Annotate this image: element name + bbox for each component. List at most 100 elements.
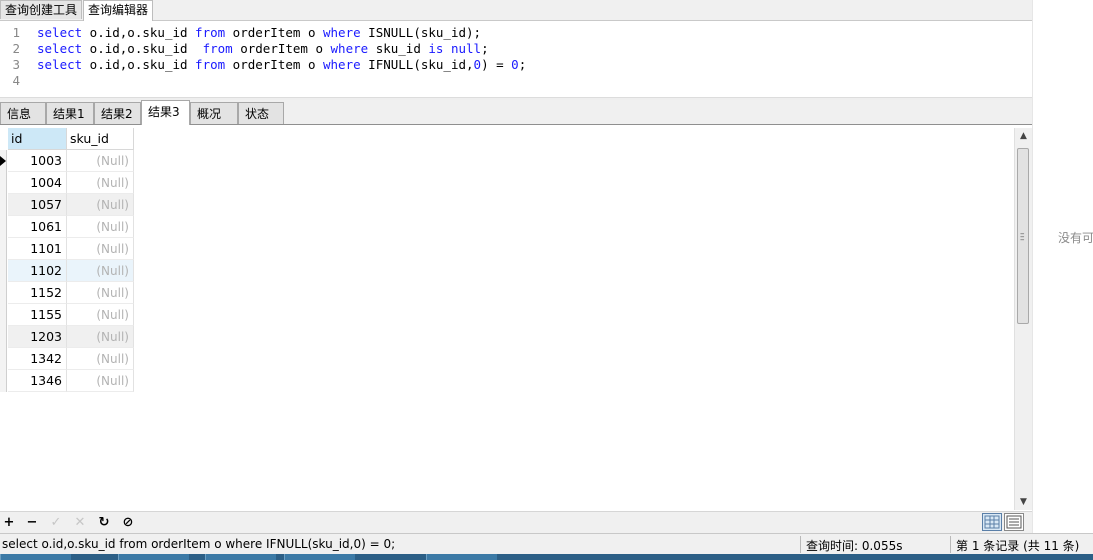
cell-sku-id[interactable]: (Null): [67, 150, 134, 172]
row-indicator[interactable]: [0, 260, 7, 282]
result-tab-6[interactable]: 状态: [238, 102, 284, 124]
sql-keyword: select: [37, 41, 83, 56]
stop-icon[interactable]: ⊘: [119, 514, 137, 532]
cell-sku-id[interactable]: (Null): [67, 282, 134, 304]
cell-sku-id[interactable]: (Null): [67, 194, 134, 216]
scroll-thumb[interactable]: – – –: [1017, 148, 1029, 324]
table-row[interactable]: 1155 (Null): [0, 304, 134, 326]
taskbar-item[interactable]: [205, 554, 276, 560]
row-indicator[interactable]: [0, 304, 7, 326]
delete-record-icon[interactable]: −: [23, 514, 41, 532]
row-indicator[interactable]: [0, 150, 7, 172]
column-header-sku-id[interactable]: sku_id: [67, 128, 134, 150]
sql-text: o.id,o.sku_id: [82, 25, 196, 40]
table-row[interactable]: 1057 (Null): [0, 194, 134, 216]
line-number: 2: [12, 41, 20, 56]
row-indicator[interactable]: [0, 326, 7, 348]
sql-text: o.id,o.sku_id: [82, 57, 196, 72]
cell-id[interactable]: 1057: [8, 194, 67, 216]
sql-number: 0: [511, 57, 519, 72]
result-tab-2[interactable]: 结果1: [46, 102, 94, 124]
cell-id[interactable]: 1004: [8, 172, 67, 194]
table-row[interactable]: 1152 (Null): [0, 282, 134, 304]
sql-keyword: from: [202, 41, 233, 56]
line-number: 4: [12, 73, 20, 88]
sql-keyword: is: [428, 41, 444, 56]
editor-line[interactable]: 1 select o.id,o.sku_id from orderItem o w…: [0, 25, 481, 41]
cell-id[interactable]: 1101: [8, 238, 67, 260]
result-tab-5[interactable]: 概况: [190, 102, 238, 124]
cell-id[interactable]: 1346: [8, 370, 67, 392]
table-row[interactable]: 1004 (Null): [0, 172, 134, 194]
cell-id[interactable]: 1102: [8, 260, 67, 282]
taskbar-item[interactable]: [118, 554, 189, 560]
apply-changes-icon[interactable]: ✓: [47, 514, 65, 532]
sql-text: o.id,o.sku_id: [82, 41, 203, 56]
table-row[interactable]: 1061 (Null): [0, 216, 134, 238]
tab-query-editor[interactable]: 查询编辑器: [83, 0, 154, 21]
grid-toolbar: + − ✓ ✕ ↻ ⊘: [0, 511, 1032, 534]
sql-text: orderItem o: [232, 41, 331, 56]
editor-line[interactable]: 2 select o.id,o.sku_id from orderItem o w…: [0, 41, 489, 57]
cell-id[interactable]: 1061: [8, 216, 67, 238]
cell-sku-id[interactable]: (Null): [67, 348, 134, 370]
row-indicator[interactable]: [0, 348, 7, 370]
table-row[interactable]: 1003 (Null): [0, 150, 134, 172]
table-row[interactable]: 1342 (Null): [0, 348, 134, 370]
sql-text: ;: [481, 41, 489, 56]
row-indicator[interactable]: [0, 282, 7, 304]
cell-sku-id[interactable]: (Null): [67, 238, 134, 260]
taskbar-item[interactable]: [284, 554, 355, 560]
scroll-down-icon[interactable]: ▼: [1015, 494, 1032, 510]
editor-line[interactable]: 3 select o.id,o.sku_id from orderItem o w…: [0, 57, 526, 73]
status-divider: [800, 536, 801, 553]
result-tab-4[interactable]: 结果3: [141, 100, 190, 125]
sql-text: orderItem o: [225, 25, 323, 40]
discard-changes-icon[interactable]: ✕: [71, 514, 89, 532]
row-indicator[interactable]: [0, 238, 7, 260]
table-row[interactable]: 1102 (Null): [0, 260, 134, 282]
cell-sku-id[interactable]: (Null): [67, 216, 134, 238]
cell-sku-id[interactable]: (Null): [67, 260, 134, 282]
cell-id[interactable]: 1003: [8, 150, 67, 172]
line-number: 3: [12, 57, 20, 72]
result-tab-bar: 信息 结果1 结果2 结果3 概况 状态: [0, 100, 1032, 125]
scroll-up-icon[interactable]: ▲: [1015, 128, 1032, 144]
grid-view-icon[interactable]: [982, 513, 1002, 531]
row-indicator[interactable]: [0, 172, 7, 194]
sql-keyword: where: [323, 57, 361, 72]
taskbar-item[interactable]: [426, 554, 497, 560]
taskbar-item[interactable]: [0, 554, 71, 560]
refresh-icon[interactable]: ↻: [95, 514, 113, 532]
column-header-id[interactable]: id: [8, 128, 67, 150]
sql-text: IFNULL(sku_id,: [360, 57, 474, 72]
row-indicator[interactable]: [0, 370, 7, 392]
form-view-icon[interactable]: [1004, 513, 1024, 531]
vertical-scrollbar[interactable]: ▲ – – – ▼: [1014, 128, 1032, 510]
status-query-time: 查询时间: 0.055s: [806, 539, 903, 553]
side-panel-text: 没有可: [1058, 231, 1093, 245]
sql-keyword: where: [330, 41, 369, 56]
cell-sku-id[interactable]: (Null): [67, 370, 134, 392]
result-tab-3[interactable]: 结果2: [94, 102, 141, 124]
cell-sku-id[interactable]: (Null): [67, 304, 134, 326]
table-row[interactable]: 1203 (Null): [0, 326, 134, 348]
cell-sku-id[interactable]: (Null): [67, 172, 134, 194]
cell-id[interactable]: 1155: [8, 304, 67, 326]
sql-editor[interactable]: 1 select o.id,o.sku_id from orderItem o w…: [0, 21, 1030, 97]
table-row[interactable]: 1346 (Null): [0, 370, 134, 392]
cell-id[interactable]: 1203: [8, 326, 67, 348]
query-window: 查询创建工具 查询编辑器 1 select o.id,o.sku_id from …: [0, 0, 1032, 560]
editor-line[interactable]: 4: [0, 73, 37, 89]
row-indicator[interactable]: [0, 194, 7, 216]
sql-text: ;: [518, 57, 527, 72]
tab-query-builder[interactable]: 查询创建工具: [0, 0, 83, 19]
cell-id[interactable]: 1152: [8, 282, 67, 304]
row-indicator[interactable]: [0, 216, 7, 238]
cell-sku-id[interactable]: (Null): [67, 326, 134, 348]
result-tab-1[interactable]: 信息: [0, 102, 46, 124]
add-record-icon[interactable]: +: [0, 514, 18, 532]
table-row[interactable]: 1101 (Null): [0, 238, 134, 260]
cell-id[interactable]: 1342: [8, 348, 67, 370]
